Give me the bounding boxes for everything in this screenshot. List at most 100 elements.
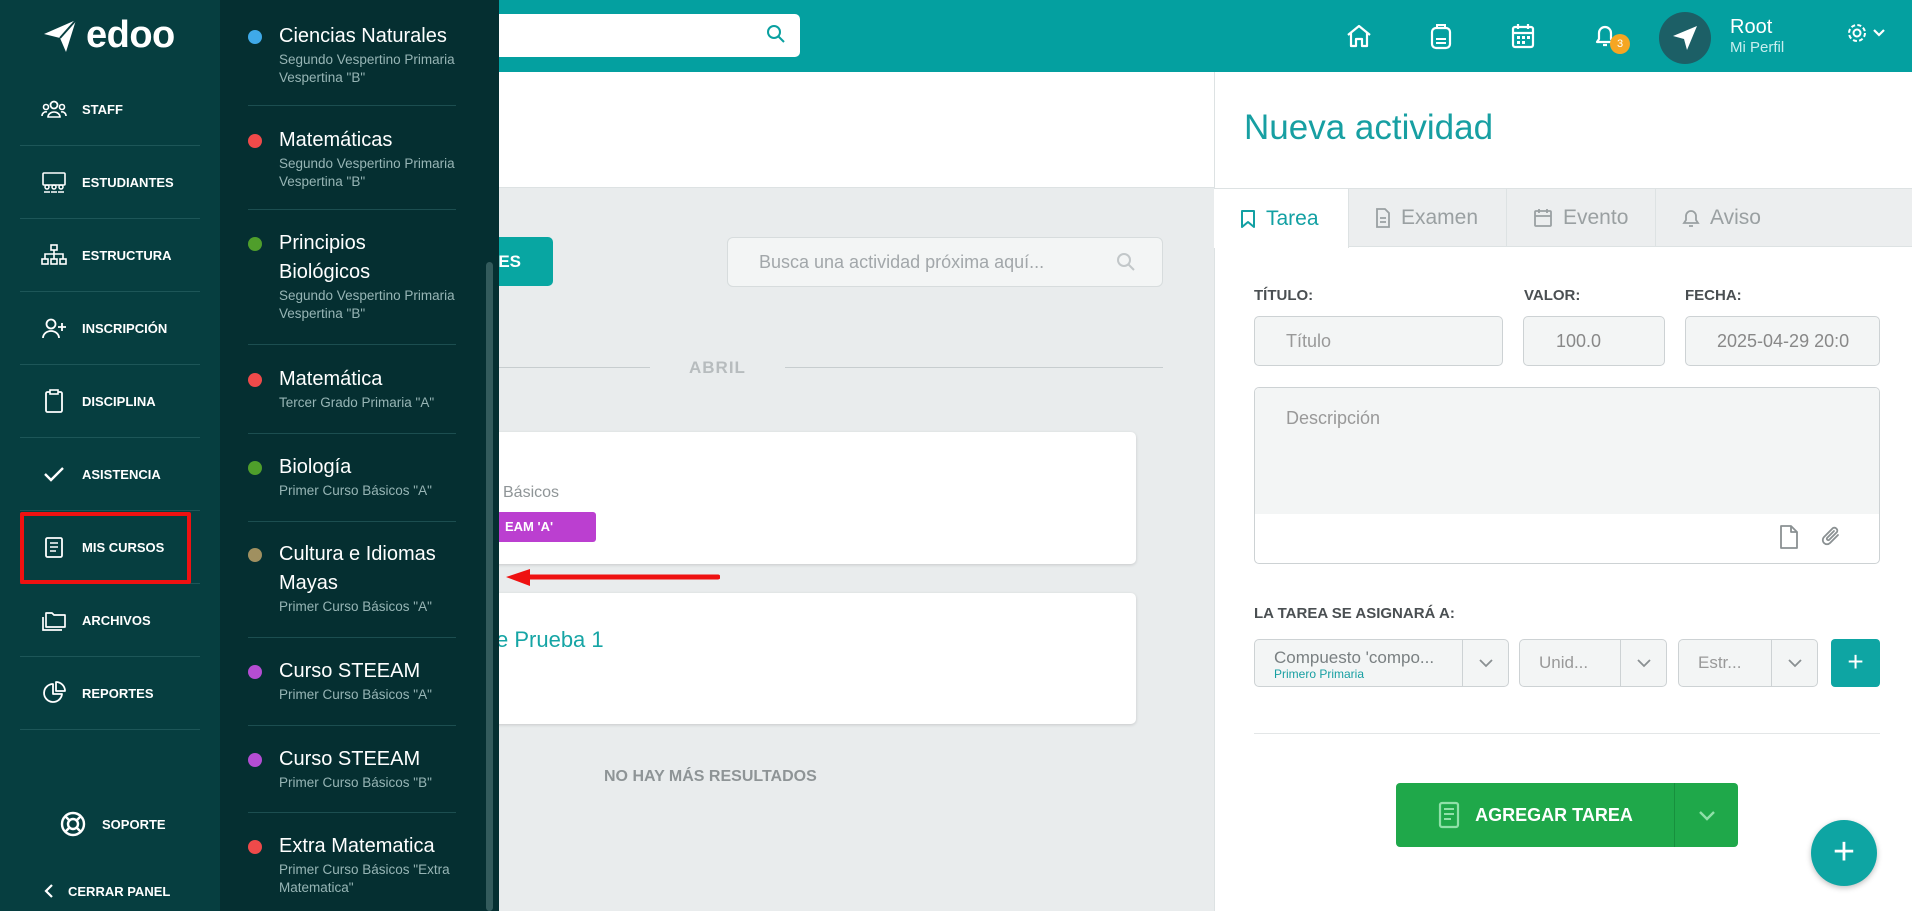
tab-tarea[interactable]: Tarea [1214, 189, 1349, 248]
activity-search[interactable] [727, 237, 1163, 287]
calendar-icon[interactable] [1482, 18, 1564, 54]
group-select-value: Compuesto 'compo... [1274, 648, 1435, 667]
close-panel-button[interactable]: CERRAR PANEL [44, 883, 170, 899]
course-name: Cultura e Idiomas Mayas [279, 543, 436, 594]
flyout-scrollbar[interactable] [486, 262, 493, 911]
top-nav-icons: 3 [1318, 18, 1646, 54]
course-group: Primer Curso Básicos "B" [279, 775, 432, 790]
folders-icon [40, 609, 68, 631]
sidebar-item-inscripcion[interactable]: INSCRIPCIÓN [20, 292, 200, 365]
course-item[interactable]: Matemática Tercer Grado Primaria "A" [248, 365, 456, 434]
course-item[interactable]: Extra Matematica Primer Curso Básicos "E… [248, 832, 456, 911]
backpack-icon[interactable] [1400, 18, 1482, 54]
add-task-button[interactable]: AGREGAR TAREA [1396, 783, 1738, 847]
description-toolbar [1779, 525, 1843, 549]
value-label: VALOR: [1524, 287, 1581, 304]
sidebar-item-asistencia[interactable]: ASISTENCIA [20, 438, 200, 511]
chevron-down-icon[interactable] [1620, 640, 1666, 686]
document-icon [1376, 208, 1390, 228]
activity-card-subtitle: Básicos [503, 484, 560, 501]
support-label: SOPORTE [102, 816, 166, 832]
date-field[interactable]: 2025-04-29 20:0 [1685, 316, 1880, 366]
course-name: Ciencias Naturales [279, 25, 447, 47]
add-assignment-button[interactable]: + [1831, 639, 1880, 687]
chevron-down-icon[interactable] [1771, 640, 1817, 686]
support-button[interactable]: SOPORTE [60, 811, 166, 837]
sidebar-nav: STAFF ESTUDIANTES ESTRUCTURA INSCRIPCIÓN… [20, 73, 200, 730]
course-name: Matemática [279, 368, 383, 390]
course-item[interactable]: Curso STEEAM Primer Curso Básicos "A" [248, 657, 456, 726]
tab-label: Evento [1563, 206, 1629, 229]
course-group: Primer Curso Básicos "A" [279, 687, 432, 702]
course-item[interactable]: Matemáticas Segundo Vespertino Primaria … [248, 126, 456, 210]
course-item[interactable]: Cultura e Idiomas Mayas Primer Curso Bás… [248, 540, 456, 638]
gear-icon [1848, 24, 1866, 42]
sidebar-item-label: REPORTES [82, 685, 154, 701]
avatar[interactable] [1659, 12, 1711, 64]
sidebar-item-reportes[interactable]: REPORTES [20, 657, 200, 730]
course-color-dot [248, 134, 262, 148]
tab-label: Examen [1401, 206, 1479, 229]
user-name[interactable]: Root [1730, 16, 1772, 39]
sidebar-item-staff[interactable]: STAFF [20, 73, 200, 146]
profile-link[interactable]: Mi Perfil [1730, 39, 1784, 56]
course-name: Curso STEEAM [279, 748, 421, 770]
course-item[interactable]: Curso STEEAM Primer Curso Básicos "B" [248, 745, 456, 813]
course-item[interactable]: Principios Biológicos Segundo Vespertino… [248, 229, 456, 345]
sidebar-item-label: DISCIPLINA [82, 393, 156, 409]
sidebar-item-archivos[interactable]: ARCHIVOS [20, 584, 200, 657]
course-group: Segundo Vespertino Primaria Vespertina "… [279, 52, 455, 85]
structure-select[interactable]: Estr... [1678, 639, 1818, 687]
tab-label: Aviso [1710, 206, 1761, 229]
search-icon[interactable] [1116, 252, 1136, 277]
chevron-left-icon [44, 884, 53, 898]
sidebar-item-label: STAFF [82, 101, 123, 117]
book-icon [1439, 801, 1460, 829]
paperclip-icon[interactable] [1821, 525, 1843, 549]
course-item[interactable]: Biología Primer Curso Básicos "A" [248, 453, 456, 522]
home-icon[interactable] [1318, 18, 1400, 54]
global-search-input[interactable] [470, 14, 800, 57]
description-field[interactable]: Descripción [1255, 388, 1879, 514]
calendar-icon [1534, 209, 1552, 227]
bell-icon[interactable]: 3 [1564, 18, 1646, 54]
course-color-dot [248, 373, 262, 387]
course-color-dot [248, 461, 262, 475]
sidebar-item-estructura[interactable]: ESTRUCTURA [20, 219, 200, 292]
add-task-dropdown[interactable] [1674, 783, 1738, 847]
group-select-sub: Primero Primaria [1274, 667, 1365, 681]
course-color-dot [248, 548, 262, 562]
tab-evento[interactable]: Evento [1507, 189, 1656, 247]
tab-examen[interactable]: Examen [1349, 189, 1507, 247]
course-group: Primer Curso Básicos "A" [279, 599, 432, 614]
students-icon [40, 171, 68, 193]
file-icon[interactable] [1779, 525, 1799, 549]
unit-select[interactable]: Unid... [1519, 639, 1667, 687]
search-icon[interactable] [766, 24, 786, 49]
sidebar-item-label: ARCHIVOS [82, 612, 151, 628]
value-field[interactable]: 100.0 [1523, 316, 1665, 366]
course-name: Matemáticas [279, 129, 393, 151]
course-group: Tercer Grado Primaria "A" [279, 395, 435, 410]
description-editor[interactable]: Descripción [1254, 387, 1880, 564]
close-panel-label: CERRAR PANEL [68, 883, 171, 899]
group-select[interactable]: Compuesto 'compo... Primero Primaria [1254, 639, 1509, 687]
course-group: Primer Curso Básicos "Extra Matematica" [279, 862, 450, 895]
activity-card[interactable]: Básicos EAM 'A' [410, 432, 1136, 564]
floating-add-button[interactable]: + [1811, 820, 1877, 886]
chevron-down-icon[interactable] [1462, 640, 1508, 686]
highlight-box [20, 512, 191, 584]
activity-card-title[interactable]: e Prueba 1 [496, 627, 604, 653]
settings-menu[interactable] [1846, 22, 1886, 44]
course-item[interactable]: Ciencias Naturales Segundo Vespertino Pr… [248, 22, 456, 106]
enrollment-icon [40, 317, 68, 339]
activity-card[interactable]: e Prueba 1 [410, 593, 1136, 724]
add-task-main[interactable]: AGREGAR TAREA [1396, 783, 1674, 847]
logo[interactable]: edoo [42, 14, 175, 57]
tab-aviso[interactable]: Aviso [1656, 189, 1796, 247]
sidebar-item-label: ESTRUCTURA [82, 247, 172, 263]
activity-search-input[interactable] [728, 238, 1162, 286]
sidebar-item-estudiantes[interactable]: ESTUDIANTES [20, 146, 200, 219]
title-field[interactable]: Título [1254, 316, 1503, 366]
sidebar-item-disciplina[interactable]: DISCIPLINA [20, 365, 200, 438]
